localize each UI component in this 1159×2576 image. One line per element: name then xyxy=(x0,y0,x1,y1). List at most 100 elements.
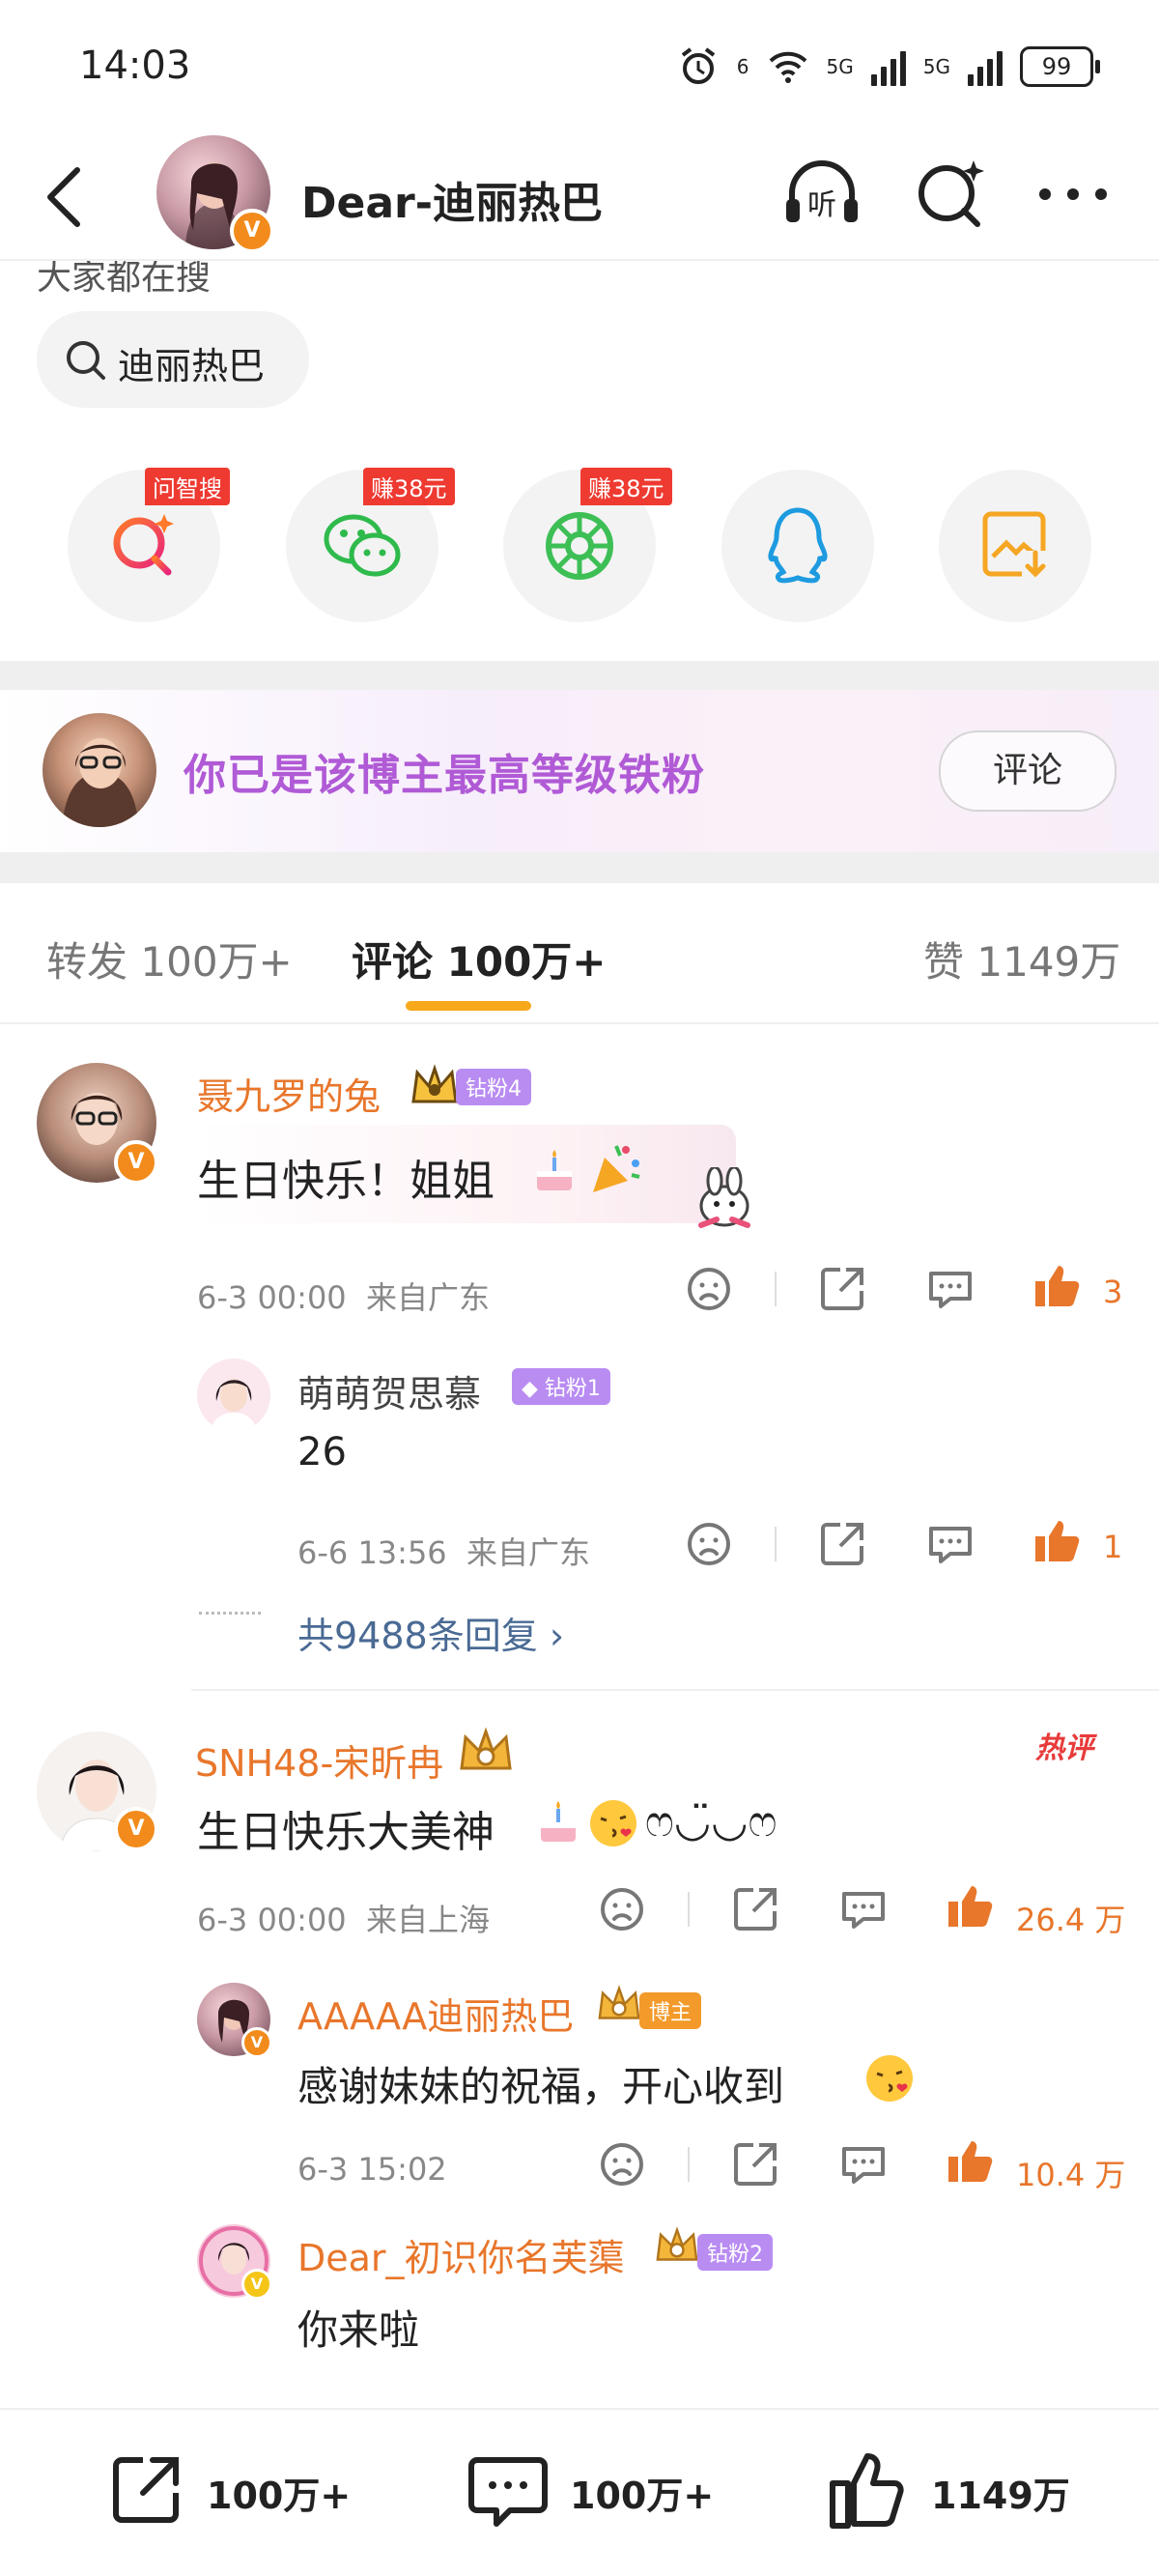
gold-crown-badge-icon xyxy=(598,1985,640,2019)
tab-repost-count: 100万+ xyxy=(140,938,293,986)
comment-text-content: 生日快乐大美神 xyxy=(197,1808,495,1857)
save-image-icon xyxy=(982,511,1051,582)
reply-icon[interactable] xyxy=(834,2135,892,2193)
share-moments-button[interactable]: 赚38元 xyxy=(503,468,672,622)
like-icon[interactable] xyxy=(1028,1511,1086,1569)
action-separator xyxy=(775,1272,777,1306)
reply-text: 你来啦 xyxy=(297,2306,420,2354)
avatar-photo xyxy=(62,738,139,827)
comment-text: 生日快乐大美神 xyxy=(197,1797,495,1859)
share-icon[interactable] xyxy=(726,1880,784,1938)
action-separator xyxy=(688,1892,690,1927)
status-icons: 6 5G 5G 99 xyxy=(677,43,1100,91)
ai-search-icon[interactable] xyxy=(908,151,995,238)
comment-time: 6-3 00:00 xyxy=(197,1279,347,1316)
bottom-like-count: 1149万 xyxy=(931,2475,1070,2517)
bottom-like-button[interactable]: 1149万 xyxy=(825,2410,1115,2576)
wechat-icon xyxy=(324,514,401,577)
listen-icon[interactable]: 听 xyxy=(778,151,865,238)
bottom-comment-count: 100万+ xyxy=(570,2475,715,2517)
dislike-icon[interactable] xyxy=(593,1880,651,1938)
tab-comment[interactable]: 评论 100万+ xyxy=(352,930,607,988)
share-wenzhisou-button[interactable]: 问智搜 xyxy=(68,468,230,622)
tab-like-count: 1149万 xyxy=(976,938,1121,986)
comment-meta: 6-3 00:00 来自上海 xyxy=(197,1896,490,1940)
bottom-repost-count: 100万+ xyxy=(207,2475,352,2517)
thumbs-up-icon xyxy=(830,2453,904,2529)
verified-badge-icon: V xyxy=(230,209,274,253)
comment-location: 来自广东 xyxy=(366,1279,491,1316)
reply-time: 6-6 13:56 xyxy=(297,1534,447,1571)
search-icon xyxy=(67,341,105,380)
reply-username[interactable]: AAAAA迪丽热巴 xyxy=(297,1987,574,2040)
tabs-divider xyxy=(0,1022,1159,1024)
verified-badge-icon: V xyxy=(114,1807,158,1851)
fan-status-text: 你已是该博主最高等级铁粉 xyxy=(184,751,705,800)
fan-level-badge: 钻粉4 xyxy=(456,1069,531,1105)
section-gap xyxy=(0,852,1159,883)
kiss-emoji-icon xyxy=(590,1800,636,1846)
bunny-sticker-icon xyxy=(698,1167,750,1228)
signal1-label: 5G xyxy=(826,55,854,78)
crown-icon xyxy=(411,1064,458,1103)
dislike-icon[interactable] xyxy=(593,2135,651,2193)
wifi-icon xyxy=(769,51,806,83)
qq-icon xyxy=(768,507,828,584)
chevron-right-icon: › xyxy=(549,1615,565,1657)
search-chip[interactable]: 迪丽热巴 xyxy=(37,311,309,408)
action-separator xyxy=(688,2147,690,2182)
verified-badge-icon: V xyxy=(114,1140,158,1185)
reply-icon[interactable] xyxy=(834,1880,892,1938)
reply-meta: 6-6 13:56 来自广东 xyxy=(297,1529,590,1573)
more-icon[interactable] xyxy=(1030,151,1117,238)
like-icon[interactable] xyxy=(941,2132,999,2190)
dislike-icon[interactable] xyxy=(680,1260,738,1318)
signal2-bars-icon xyxy=(968,47,1003,86)
battery-icon: 99 xyxy=(1020,46,1100,87)
comment-username[interactable]: 聂九罗的兔 xyxy=(197,1067,381,1120)
like-icon[interactable] xyxy=(1028,1256,1086,1314)
dislike-icon[interactable] xyxy=(680,1515,738,1573)
share-qq-button[interactable] xyxy=(721,470,874,622)
share-icon[interactable] xyxy=(813,1260,871,1318)
top-nav: V Dear-迪丽热巴 听 xyxy=(0,135,1159,261)
share-save-image-button[interactable] xyxy=(939,470,1091,622)
tab-comment-label: 评论 xyxy=(352,938,434,986)
moments-icon xyxy=(546,512,613,580)
avatar-photo xyxy=(211,1379,257,1432)
cake-emoji-icon xyxy=(541,1801,576,1842)
page-title: Dear-迪丽热巴 xyxy=(301,179,604,228)
reply-avatar[interactable] xyxy=(197,1359,270,1432)
tab-like[interactable]: 赞 1149万 xyxy=(923,930,1120,988)
comment-button[interactable]: 评论 xyxy=(939,730,1117,812)
reply-icon[interactable] xyxy=(921,1260,979,1318)
comment-text: 生日快乐！姐姐 xyxy=(197,1146,495,1208)
share-icon[interactable] xyxy=(813,1515,871,1573)
fan-level-badge-text: 钻粉1 xyxy=(544,1377,601,1401)
like-count: 3 xyxy=(1103,1274,1123,1310)
alarm-icon xyxy=(681,47,715,84)
share-tag: 赚38元 xyxy=(580,468,672,505)
reply-icon[interactable] xyxy=(921,1515,979,1573)
more-replies-link[interactable]: 共9488条回复 › xyxy=(297,1606,564,1659)
comment-meta: 6-3 00:00 来自广东 xyxy=(197,1274,490,1318)
comment-username[interactable]: SNH48-宋昕冉 xyxy=(195,1733,443,1787)
comment-text-emoticon: ෆ◡̈◡ෆ xyxy=(645,1797,777,1846)
comment-divider xyxy=(191,1689,1159,1691)
share-tag: 问智搜 xyxy=(145,468,230,505)
bottom-comment-button[interactable]: 100万+ xyxy=(462,2410,732,2576)
gold-crown-badge-icon xyxy=(460,1727,512,1770)
tab-repost[interactable]: 转发 100万+ xyxy=(46,930,293,988)
user-avatar xyxy=(42,713,156,827)
fan-status-bar: 你已是该博主最高等级铁粉 评论 xyxy=(0,690,1159,852)
share-wechat-button[interactable]: 赚38元 xyxy=(286,468,455,622)
reply-username[interactable]: 萌萌贺思慕 xyxy=(297,1364,481,1417)
share-icon[interactable] xyxy=(726,2135,784,2193)
repost-icon xyxy=(113,2457,179,2523)
kiss-emoji-icon xyxy=(866,2055,913,2102)
reply-username[interactable]: Dear_初识你名芙蕖 xyxy=(297,2228,625,2281)
fan-level-badge: ◆ 钻粉1 xyxy=(512,1368,610,1405)
back-arrow-icon[interactable] xyxy=(35,158,93,236)
like-icon[interactable] xyxy=(941,1876,999,1934)
bottom-repost-button[interactable]: 100万+ xyxy=(97,2410,367,2576)
